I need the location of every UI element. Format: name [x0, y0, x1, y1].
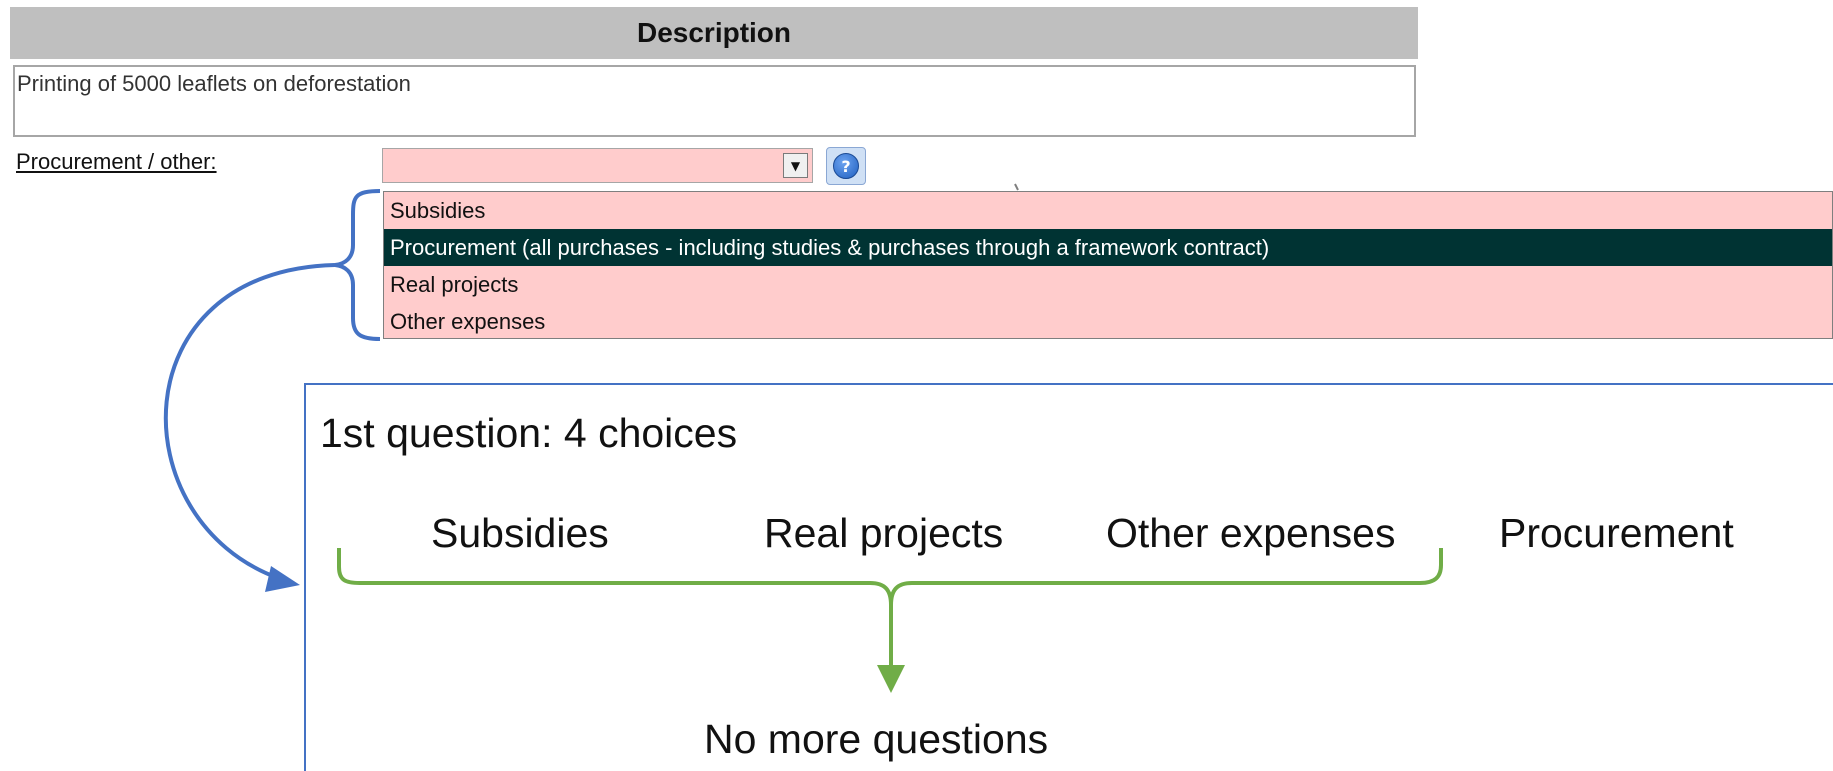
chevron-down-icon: ▼: [790, 158, 801, 173]
dropdown-option-procurement[interactable]: Procurement (all purchases - including s…: [384, 229, 1832, 266]
dropdown-option-subsidies[interactable]: Subsidies: [384, 192, 1832, 229]
choice-other-expenses: Other expenses: [1106, 510, 1396, 556]
procurement-select[interactable]: ▼: [382, 148, 813, 183]
procurement-label: Procurement / other:: [16, 149, 217, 174]
annotation-title: 1st question: 4 choices: [320, 410, 738, 456]
description-header: Description: [10, 7, 1418, 59]
form-canvas: Description Printing of 5000 leaflets on…: [0, 0, 1833, 771]
annotation-result: No more questions: [704, 716, 1049, 762]
cursor-mark: [1014, 183, 1019, 191]
help-icon: ?: [833, 153, 859, 179]
choice-procurement: Procurement: [1499, 510, 1734, 556]
dropdown-option-real-projects[interactable]: Real projects: [384, 266, 1832, 303]
blue-arrowhead: [265, 566, 300, 592]
dropdown-list[interactable]: Subsidies Procurement (all purchases - i…: [383, 191, 1833, 339]
choice-subsidies: Subsidies: [431, 510, 609, 556]
help-button[interactable]: ?: [826, 147, 866, 185]
choice-real-projects: Real projects: [764, 510, 1004, 556]
dropdown-option-other-expenses[interactable]: Other expenses: [384, 303, 1832, 340]
dropdown-button[interactable]: ▼: [783, 153, 808, 178]
blue-brace: [334, 189, 381, 341]
description-field[interactable]: Printing of 5000 leaflets on deforestati…: [13, 65, 1416, 137]
